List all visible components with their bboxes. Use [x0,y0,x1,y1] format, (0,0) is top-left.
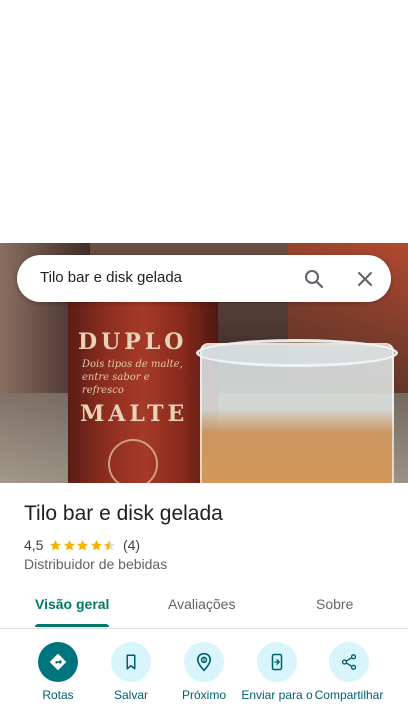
share-icon [329,642,369,682]
nearby-label: Próximo [181,688,226,702]
directions-label: Rotas [42,688,74,702]
search-bar[interactable]: Tilo bar e disk gelada [17,255,391,302]
star-icon [50,539,62,550]
star-icon [77,539,89,550]
can-tagline: Dois tipos de malte, entre sabor e refre… [82,359,183,396]
search-input[interactable]: Tilo bar e disk gelada [40,269,182,286]
can-label-bottom: MALTE [80,401,189,427]
tab-indicator [35,624,109,627]
rating-value: 4,5 [24,537,44,553]
save-label: Salvar [113,688,148,702]
share-button[interactable]: Compartilhar [311,642,387,703]
directions-icon [38,642,78,682]
search-icon[interactable] [302,267,326,291]
place-title: Tilo bar e disk gelada [24,502,223,525]
share-label: Compartilhar [314,688,384,702]
directions-button[interactable]: Rotas [20,642,96,703]
tab-reviews[interactable]: Avaliações [168,596,235,612]
send-to-phone-label: Enviar para o [241,688,313,702]
can-label-top: DUPLO [78,329,188,355]
nearby-icon [184,642,224,682]
star-half-icon [104,539,116,550]
review-count[interactable]: (4) [123,537,140,553]
star-icon [64,539,75,550]
star-rating [49,539,117,552]
cup-rim [196,339,398,367]
send-to-phone-button[interactable]: Enviar para o [239,642,315,703]
send-to-phone-icon [257,642,297,682]
close-icon[interactable] [353,267,377,291]
tab-overview[interactable]: Visão geral [35,596,109,612]
rating-row[interactable]: 4,5 (4) [24,536,140,554]
bookmark-icon [111,642,151,682]
can-seal [108,439,158,483]
tab-about[interactable]: Sobre [316,596,353,612]
tab-bar: Visão geral Avaliações Sobre [0,586,408,629]
star-icon [91,539,102,550]
save-button[interactable]: Salvar [93,642,169,703]
place-category: Distribuidor de bebidas [24,556,168,572]
nearby-button[interactable]: Próximo [166,642,242,703]
map-area [0,0,408,243]
